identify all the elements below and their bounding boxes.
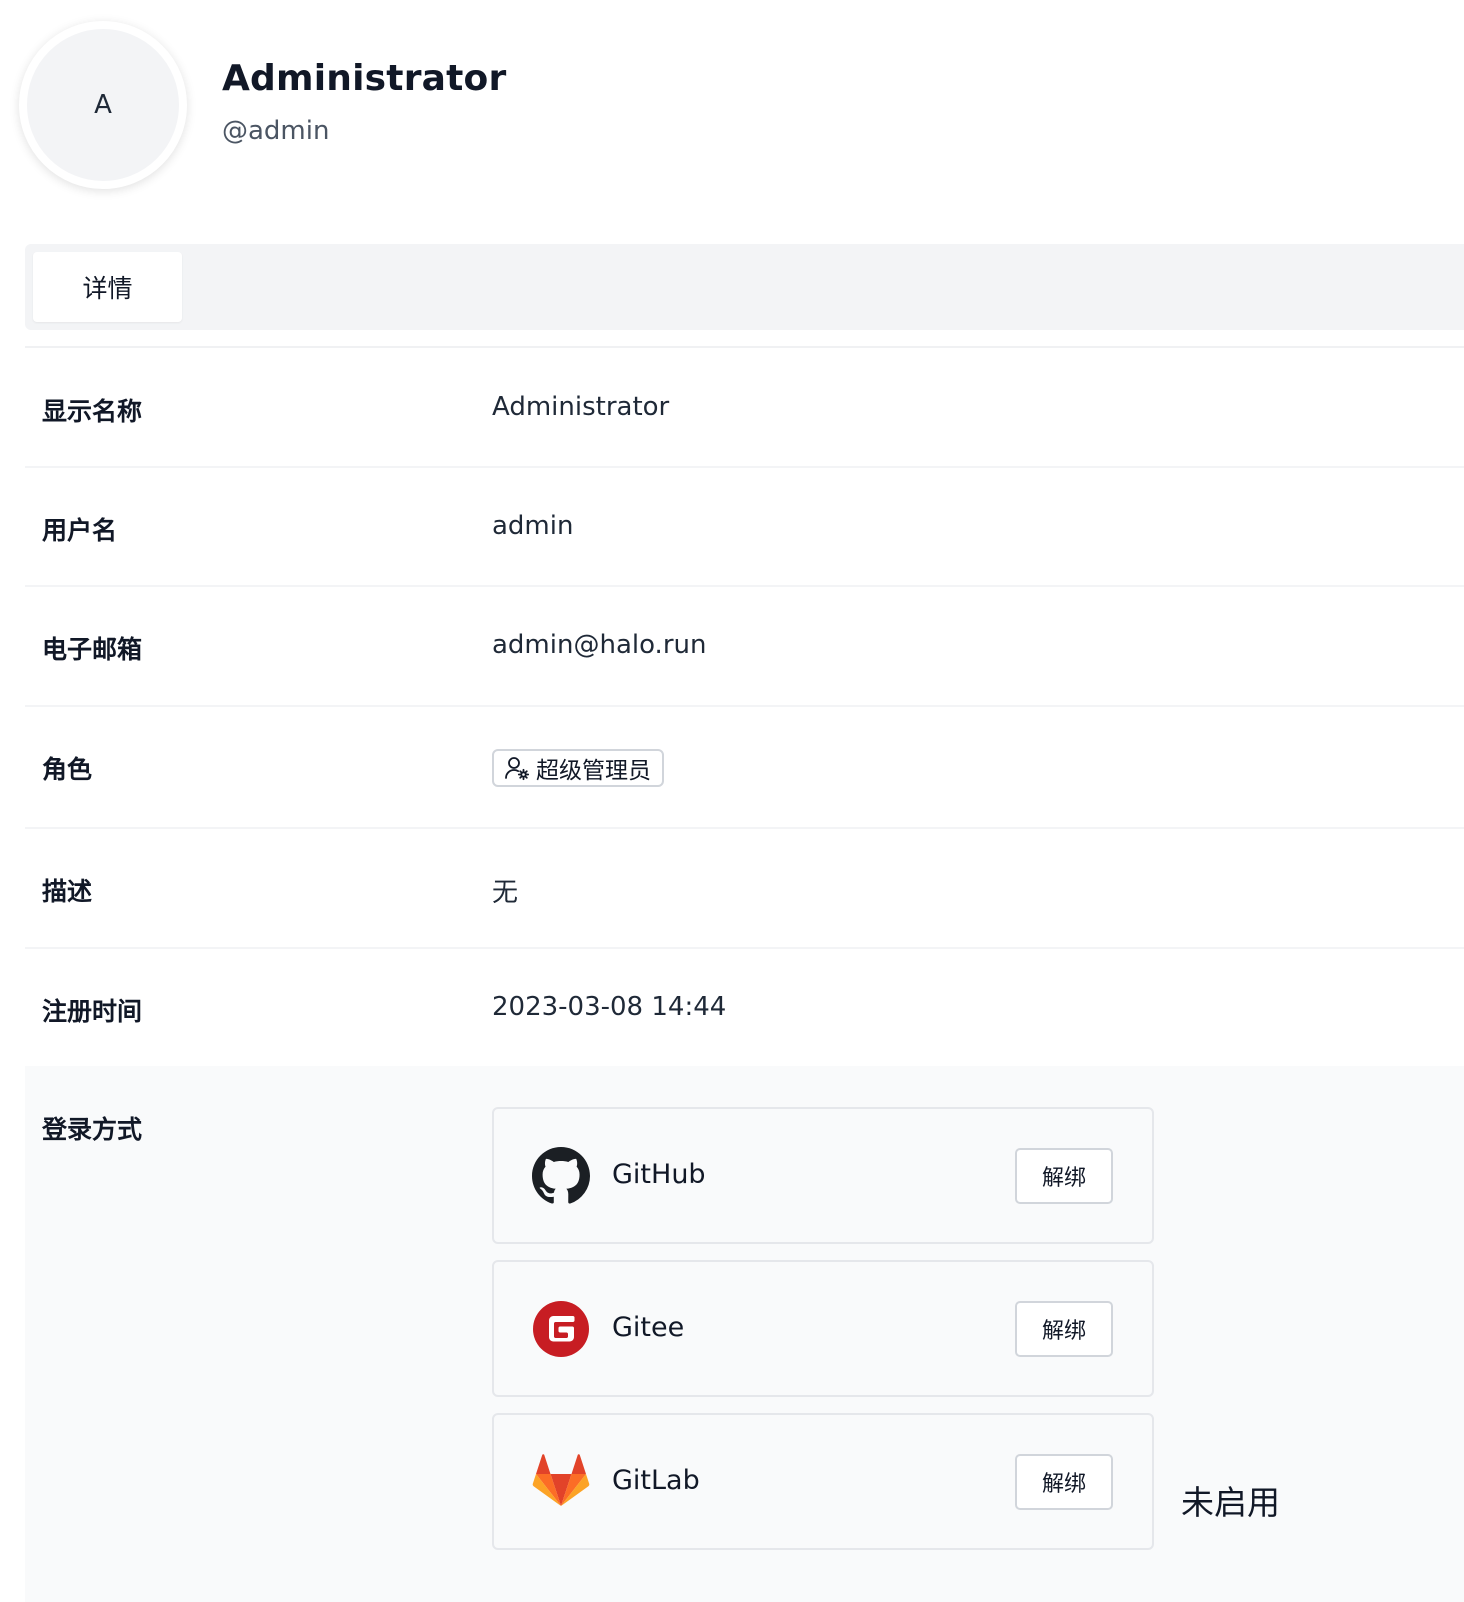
registered-label: 注册时间 — [42, 997, 143, 1026]
provider-name-github: GitHub — [612, 1159, 706, 1190]
detail-row-display-name: 显示名称 Administrator — [25, 348, 1464, 468]
description-value: 无 — [492, 878, 519, 908]
detail-row-registered: 注册时间 2023-03-08 14:44 — [25, 949, 1464, 1066]
gitlab-icon — [532, 1453, 590, 1511]
profile-handle: @admin — [222, 116, 330, 146]
avatar[interactable]: A — [19, 21, 187, 189]
display-name-label: 显示名称 — [42, 397, 143, 426]
display-name-value: Administrator — [492, 392, 670, 422]
profile-display-name: Administrator — [222, 58, 507, 99]
role-badge-label: 超级管理员 — [536, 758, 651, 784]
username-value: admin — [492, 511, 574, 541]
detail-row-email: 电子邮箱 admin@halo.run — [25, 587, 1464, 707]
detail-row-username: 用户名 admin — [25, 468, 1464, 587]
login-methods-label: 登录方式 — [42, 1115, 143, 1144]
unbind-github-button[interactable]: 解绑 — [1015, 1148, 1113, 1204]
email-label: 电子邮箱 — [42, 635, 143, 664]
username-label: 用户名 — [42, 516, 118, 545]
provider-name-gitee: Gitee — [612, 1312, 685, 1343]
detail-row-role: 角色 超级管理员 — [25, 707, 1464, 829]
avatar-initial: A — [94, 90, 112, 120]
gitee-icon — [532, 1300, 590, 1358]
login-method-disabled-note: 未启用 — [1181, 1483, 1280, 1522]
role-badge[interactable]: 超级管理员 — [492, 749, 664, 787]
provider-name-gitlab: GitLab — [612, 1465, 700, 1496]
tab-bar: 详情 — [25, 244, 1464, 330]
unbind-gitlab-button[interactable]: 解绑 — [1015, 1454, 1113, 1510]
email-value: admin@halo.run — [492, 630, 707, 660]
unbind-gitee-button[interactable]: 解绑 — [1015, 1301, 1113, 1357]
login-methods-section: 登录方式 GitHub 解绑 Gitee 解绑 GitLab 解绑 未启用 — [25, 1066, 1464, 1602]
role-label: 角色 — [42, 755, 93, 784]
profile-header: A Administrator @admin — [0, 0, 1464, 240]
provider-card-github: GitHub 解绑 — [492, 1107, 1154, 1244]
description-label: 描述 — [42, 877, 93, 906]
provider-card-gitlab: GitLab 解绑 — [492, 1413, 1154, 1550]
user-gear-icon — [504, 755, 530, 781]
detail-row-description: 描述 无 — [25, 829, 1464, 949]
tab-details[interactable]: 详情 — [33, 252, 182, 322]
registered-value: 2023-03-08 14:44 — [492, 992, 727, 1022]
github-icon — [532, 1147, 590, 1205]
provider-card-gitee: Gitee 解绑 — [492, 1260, 1154, 1397]
